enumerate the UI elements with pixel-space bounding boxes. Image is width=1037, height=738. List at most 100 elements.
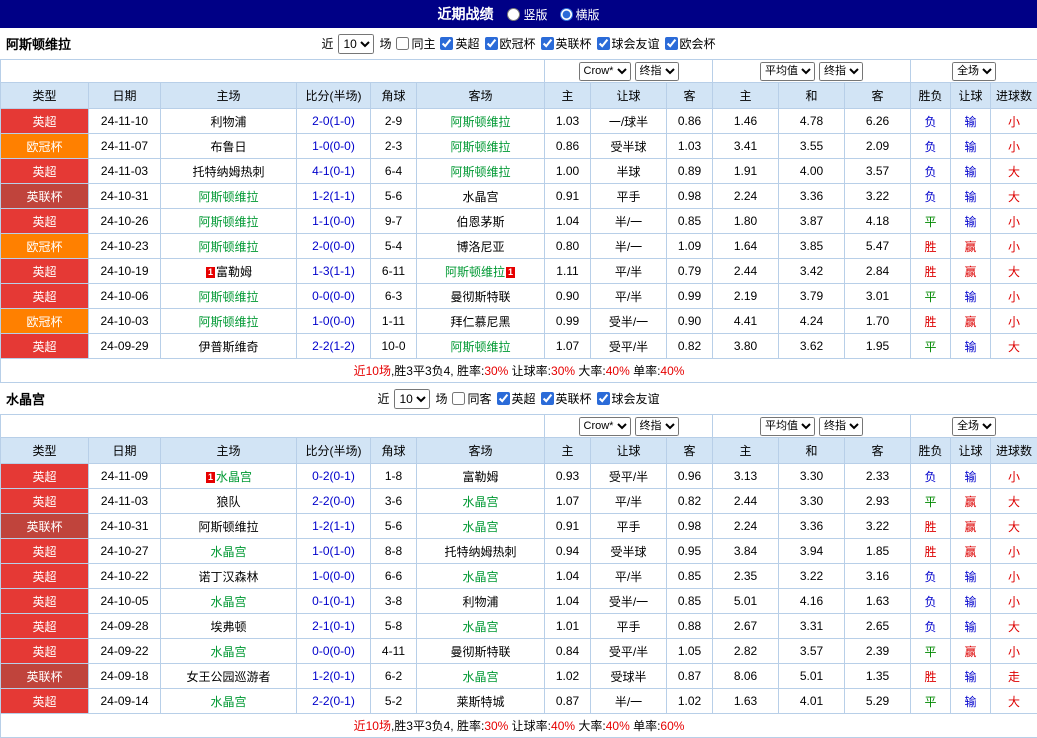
home-team-cell[interactable]: 女王公园巡游者 (161, 664, 297, 689)
away-team-cell[interactable]: 拜仁慕尼黑 (417, 309, 545, 334)
europe-company-select[interactable]: 平均值 (760, 62, 815, 81)
score-cell[interactable]: 1-0(0-0) (297, 134, 371, 159)
home-team-cell[interactable]: 阿斯顿维拉 (161, 209, 297, 234)
league-filter-checkbox[interactable] (485, 37, 498, 50)
same-venue-checkbox[interactable] (396, 37, 409, 50)
team-title: 水晶宫 (6, 389, 45, 408)
away-team-cell[interactable]: 曼彻斯特联 (417, 284, 545, 309)
away-team-cell[interactable]: 曼彻斯特联 (417, 639, 545, 664)
match-count-select[interactable]: 10 (394, 389, 430, 409)
score-cell[interactable]: 2-1(0-1) (297, 614, 371, 639)
europe-company-select[interactable]: 平均值 (760, 417, 815, 436)
europe-odds-cell: 2.35 (713, 564, 779, 589)
score-cell[interactable]: 1-0(0-0) (297, 564, 371, 589)
league-filter-checkbox[interactable] (665, 37, 678, 50)
score-cell[interactable]: 1-2(1-1) (297, 514, 371, 539)
away-team-cell[interactable]: 水晶宫 (417, 614, 545, 639)
home-team-cell[interactable]: 狼队 (161, 489, 297, 514)
away-team-cell[interactable]: 利物浦 (417, 589, 545, 614)
score-cell[interactable]: 1-0(1-0) (297, 539, 371, 564)
league-filter-checkbox[interactable] (541, 37, 554, 50)
same-venue-option[interactable]: 同客 (452, 390, 491, 407)
score-cell[interactable]: 4-1(0-1) (297, 159, 371, 184)
score-cell[interactable]: 0-2(0-1) (297, 464, 371, 489)
away-team-cell[interactable]: 莱斯特城 (417, 689, 545, 714)
league-filter-checkbox[interactable] (597, 392, 610, 405)
layout-radio[interactable] (560, 8, 573, 21)
corners-cell: 5-6 (371, 184, 417, 209)
away-team-cell[interactable]: 阿斯顿维拉1 (417, 259, 545, 284)
league-filter-checkbox[interactable] (440, 37, 453, 50)
league-filter-option[interactable]: 欧冠杯 (485, 35, 536, 52)
away-team-cell[interactable]: 阿斯顿维拉 (417, 134, 545, 159)
home-team-cell[interactable]: 水晶宫 (161, 639, 297, 664)
league-filter-option[interactable]: 球会友谊 (597, 35, 660, 52)
away-team-cell[interactable]: 阿斯顿维拉 (417, 334, 545, 359)
away-team-cell[interactable]: 水晶宫 (417, 489, 545, 514)
away-team-cell[interactable]: 水晶宫 (417, 564, 545, 589)
layout-radio[interactable] (507, 8, 520, 21)
handicap-company-select[interactable]: Crow* (579, 417, 631, 436)
home-team-cell[interactable]: 水晶宫 (161, 589, 297, 614)
score-cell[interactable]: 1-3(1-1) (297, 259, 371, 284)
league-filter-option[interactable]: 球会友谊 (597, 390, 660, 407)
home-team-cell[interactable]: 阿斯顿维拉 (161, 284, 297, 309)
match-count-select[interactable]: 10 (338, 34, 374, 54)
home-team-cell[interactable]: 托特纳姆热刺 (161, 159, 297, 184)
home-team-cell[interactable]: 水晶宫 (161, 689, 297, 714)
score-cell[interactable]: 1-0(0-0) (297, 309, 371, 334)
scope-select[interactable]: 全场 (952, 62, 996, 81)
league-filter-option[interactable]: 英联杯 (541, 35, 592, 52)
score-cell[interactable]: 1-2(0-1) (297, 664, 371, 689)
league-filter-option[interactable]: 英超 (440, 35, 479, 52)
score-cell[interactable]: 2-0(0-0) (297, 234, 371, 259)
away-team-cell[interactable]: 伯恩茅斯 (417, 209, 545, 234)
score-cell[interactable]: 0-1(0-1) (297, 589, 371, 614)
home-team-cell[interactable]: 利物浦 (161, 109, 297, 134)
same-venue-option[interactable]: 同主 (396, 35, 435, 52)
home-team-cell[interactable]: 阿斯顿维拉 (161, 514, 297, 539)
league-filter-checkbox[interactable] (597, 37, 610, 50)
score-cell[interactable]: 2-0(1-0) (297, 109, 371, 134)
home-team-cell[interactable]: 阿斯顿维拉 (161, 184, 297, 209)
home-team-cell[interactable]: 1水晶宫 (161, 464, 297, 489)
score-cell[interactable]: 2-2(0-1) (297, 689, 371, 714)
away-team-cell[interactable]: 托特纳姆热刺 (417, 539, 545, 564)
score-cell[interactable]: 0-0(0-0) (297, 284, 371, 309)
away-team-cell[interactable]: 水晶宫 (417, 514, 545, 539)
score-cell[interactable]: 2-2(1-2) (297, 334, 371, 359)
europe-stage-select[interactable]: 终指 (819, 62, 863, 81)
score-cell[interactable]: 1-1(0-0) (297, 209, 371, 234)
away-team-cell[interactable]: 阿斯顿维拉 (417, 159, 545, 184)
home-team-cell[interactable]: 阿斯顿维拉 (161, 234, 297, 259)
home-team-cell[interactable]: 布鲁日 (161, 134, 297, 159)
scope-select[interactable]: 全场 (952, 417, 996, 436)
league-filter-option[interactable]: 英超 (497, 390, 536, 407)
layout-option[interactable]: 竖版 (507, 6, 547, 23)
team-name: 阿斯顿维拉 (445, 265, 505, 279)
score-cell[interactable]: 1-2(1-1) (297, 184, 371, 209)
home-team-cell[interactable]: 诺丁汉森林 (161, 564, 297, 589)
league-filter-option[interactable]: 英联杯 (541, 390, 592, 407)
away-team-cell[interactable]: 水晶宫 (417, 184, 545, 209)
same-venue-checkbox[interactable] (452, 392, 465, 405)
away-team-cell[interactable]: 阿斯顿维拉 (417, 109, 545, 134)
handicap-company-select[interactable]: Crow* (579, 62, 631, 81)
league-filter-checkbox[interactable] (541, 392, 554, 405)
home-team-cell[interactable]: 1富勒姆 (161, 259, 297, 284)
handicap-stage-select[interactable]: 终指 (635, 62, 679, 81)
layout-option[interactable]: 横版 (560, 6, 600, 23)
away-team-cell[interactable]: 水晶宫 (417, 664, 545, 689)
home-team-cell[interactable]: 伊普斯维奇 (161, 334, 297, 359)
league-filter-option[interactable]: 欧会杯 (665, 35, 716, 52)
home-team-cell[interactable]: 阿斯顿维拉 (161, 309, 297, 334)
handicap-stage-select[interactable]: 终指 (635, 417, 679, 436)
away-team-cell[interactable]: 富勒姆 (417, 464, 545, 489)
europe-stage-select[interactable]: 终指 (819, 417, 863, 436)
score-cell[interactable]: 2-2(0-0) (297, 489, 371, 514)
home-team-cell[interactable]: 埃弗顿 (161, 614, 297, 639)
home-team-cell[interactable]: 水晶宫 (161, 539, 297, 564)
league-filter-checkbox[interactable] (497, 392, 510, 405)
away-team-cell[interactable]: 博洛尼亚 (417, 234, 545, 259)
score-cell[interactable]: 0-0(0-0) (297, 639, 371, 664)
